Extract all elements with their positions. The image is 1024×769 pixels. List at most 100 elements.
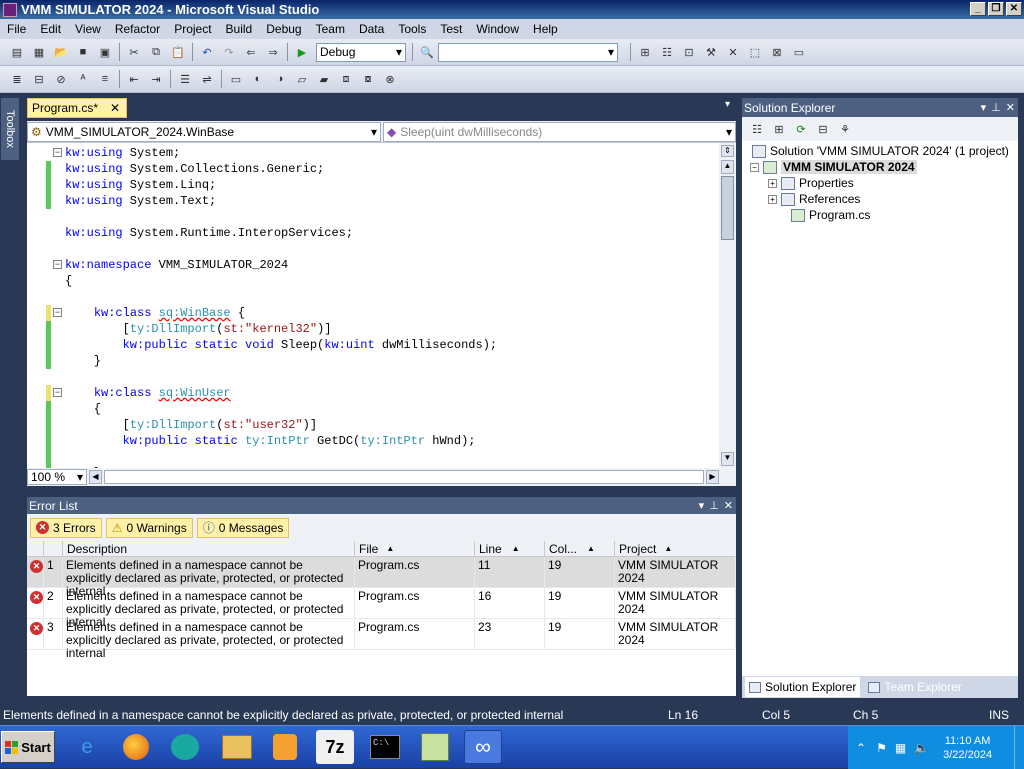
collapse-region-icon[interactable]: − <box>53 388 62 397</box>
7zip-icon[interactable]: 7z <box>316 730 354 764</box>
scroll-right-icon[interactable]: ▶ <box>706 470 719 484</box>
menu-edit[interactable]: Edit <box>33 22 68 36</box>
refresh-icon[interactable]: ⟳ <box>793 121 809 137</box>
menu-debug[interactable]: Debug <box>259 22 308 36</box>
previous-bookmark-document-icon[interactable]: ⧈ <box>338 71 354 87</box>
visual-studio-taskbar-icon[interactable]: ∞ <box>464 730 502 764</box>
open-file-icon[interactable]: 📂 <box>53 44 69 60</box>
restore-button[interactable]: ❐ <box>988 2 1004 16</box>
zoom-select[interactable]: 100 % ▾ <box>27 469 87 485</box>
toolbox-tab[interactable]: Toolbox <box>1 98 19 160</box>
auto-hide-pin-icon[interactable]: ⊥ <box>709 499 719 512</box>
toggle-bookmark-icon[interactable]: ▭ <box>228 71 244 87</box>
previous-bookmark-icon[interactable]: ◐ <box>250 71 266 87</box>
find-in-files-icon[interactable]: 🔍 <box>419 44 435 60</box>
code-line[interactable]: kw:public static ty:IntPtr GetDC(ty:IntP… <box>65 433 476 449</box>
command-prompt-icon[interactable]: C:\ <box>366 730 404 764</box>
menu-tools[interactable]: Tools <box>391 22 433 36</box>
collapse-region-icon[interactable]: − <box>53 260 62 269</box>
members-dropdown[interactable]: ◆ Sleep(uint dwMilliseconds) ▾ <box>383 122 736 142</box>
active-files-dropdown-icon[interactable]: ▾ <box>725 99 730 110</box>
volume-icon[interactable]: 🔈 <box>914 741 929 755</box>
split-icon[interactable]: ⇕ <box>721 145 734 157</box>
code-line[interactable]: kw:using System.Linq; <box>65 177 216 193</box>
column-description[interactable]: Description <box>63 541 355 556</box>
toolbox-icon[interactable]: ⚒ <box>703 44 719 60</box>
display-object-member-list-icon[interactable]: ≣ <box>9 71 25 87</box>
collapse-region-icon[interactable]: − <box>53 308 62 317</box>
tools-icon[interactable]: ✕ <box>725 44 741 60</box>
view-code-icon[interactable]: ⊟ <box>815 121 831 137</box>
save-icon[interactable]: ■ <box>75 44 91 60</box>
code-line[interactable]: kw:using System.Runtime.InteropServices; <box>65 225 353 241</box>
references-node[interactable]: + References <box>768 192 860 206</box>
minimize-button[interactable]: _ <box>970 2 986 16</box>
previous-bookmark-folder-icon[interactable]: ▱ <box>294 71 310 87</box>
action-center-icon[interactable]: ⚑ <box>876 741 887 755</box>
media-player-icon[interactable] <box>266 730 304 764</box>
comment-out-icon[interactable]: ☰ <box>177 71 193 87</box>
menu-project[interactable]: Project <box>167 22 218 36</box>
code-line[interactable]: [ty:DllImport(st:"user32")] <box>65 417 317 433</box>
error-row[interactable]: ✕ 1 Elements defined in a namespace cannot… <box>27 557 736 598</box>
project-node[interactable]: − VMM SIMULATOR 2024 <box>750 160 917 174</box>
code-line[interactable]: } <box>65 353 101 369</box>
next-bookmark-icon[interactable]: ◑ <box>272 71 288 87</box>
editor-vertical-scrollbar[interactable]: ⇕ ▲ ▼ <box>719 143 736 468</box>
next-bookmark-folder-icon[interactable]: ▰ <box>316 71 332 87</box>
code-line[interactable]: kw:namespace VMM_SIMULATOR_2024 <box>65 257 288 273</box>
properties-icon[interactable]: ☷ <box>749 121 765 137</box>
menu-help[interactable]: Help <box>526 22 565 36</box>
expand-icon[interactable]: + <box>768 178 777 188</box>
app-globe-icon[interactable] <box>166 730 204 764</box>
collapse-icon[interactable]: − <box>750 162 759 172</box>
auto-hide-pin-icon[interactable]: ⊥ <box>991 101 1001 114</box>
code-line[interactable]: [ty:DllImport(st:"kernel32")] <box>65 321 332 337</box>
errors-filter-button[interactable]: ✕ 3 Errors <box>30 517 102 538</box>
save-all-icon[interactable]: ▣ <box>97 44 113 60</box>
code-line[interactable]: kw:using System; <box>65 145 180 161</box>
menu-refactor[interactable]: Refactor <box>108 22 167 36</box>
code-line[interactable]: kw:using System.Text; <box>65 193 216 209</box>
show-desktop-button[interactable] <box>1014 726 1024 769</box>
firefox-icon[interactable] <box>117 730 155 764</box>
solution-configuration-select[interactable]: Debug ▾ <box>316 42 406 62</box>
warnings-filter-button[interactable]: ⚠ 0 Warnings <box>105 517 193 538</box>
parameter-info-icon[interactable]: ⊟ <box>31 71 47 87</box>
scroll-thumb[interactable] <box>721 176 734 240</box>
column-project[interactable]: Project ▲ <box>615 541 736 556</box>
file-explorer-icon[interactable] <box>218 730 256 764</box>
clock[interactable]: 11:10 AM 3/22/2024 <box>943 734 992 762</box>
menu-window[interactable]: Window <box>469 22 526 36</box>
network-icon[interactable]: ▦ <box>895 741 906 755</box>
command-window-icon[interactable]: ▭ <box>791 44 807 60</box>
new-project-icon[interactable]: ▤ <box>9 44 25 60</box>
decrease-indent-icon[interactable]: ⇤ <box>126 71 142 87</box>
scroll-up-icon[interactable]: ▲ <box>721 160 734 174</box>
menu-build[interactable]: Build <box>219 22 260 36</box>
redo-icon[interactable]: ↷ <box>221 44 237 60</box>
menu-view[interactable]: View <box>68 22 108 36</box>
extension-manager-icon[interactable]: ⊠ <box>769 44 785 60</box>
horizontal-scroll-track[interactable] <box>104 470 704 484</box>
window-position-icon[interactable]: ▾ <box>981 101 987 114</box>
code-line[interactable]: kw:class sq:WinBase { <box>65 305 245 321</box>
navigate-forward-icon[interactable]: ⇒ <box>265 44 281 60</box>
view-class-diagram-icon[interactable]: ⚘ <box>837 121 853 137</box>
window-position-icon[interactable]: ▾ <box>699 499 705 512</box>
menu-team[interactable]: Team <box>309 22 352 36</box>
column-file[interactable]: File ▲ <box>355 541 475 556</box>
increase-indent-icon[interactable]: ⇥ <box>148 71 164 87</box>
start-debugging-icon[interactable]: ▶ <box>294 44 310 60</box>
code-line[interactable]: { <box>65 401 101 417</box>
format-icon[interactable]: ≡ <box>97 71 113 87</box>
column-column[interactable]: Col... ▲ <box>545 541 615 556</box>
messages-filter-button[interactable]: ⓘ 0 Messages <box>196 517 290 538</box>
code-line[interactable]: kw:using System.Collections.Generic; <box>65 161 324 177</box>
paste-icon[interactable]: 📋 <box>170 44 186 60</box>
error-row[interactable]: ✕ 3 Elements defined in a namespace cannot… <box>27 619 736 660</box>
properties-window-icon[interactable]: ☷ <box>659 44 675 60</box>
undo-icon[interactable]: ↶ <box>199 44 215 60</box>
find-combo[interactable]: ▾ <box>438 42 618 62</box>
code-line[interactable]: kw:class sq:WinUser <box>65 385 231 401</box>
